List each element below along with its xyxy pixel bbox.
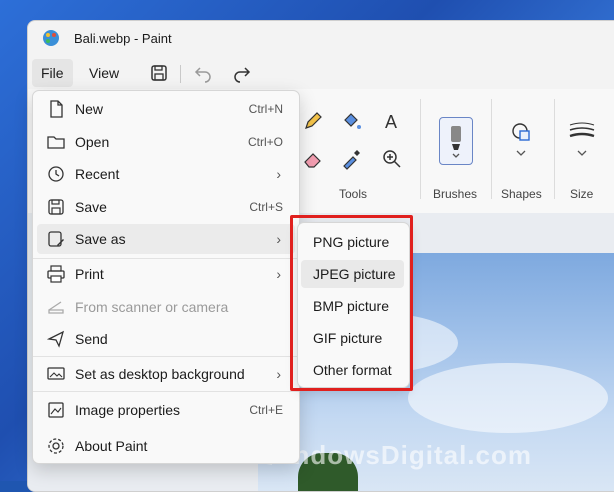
menu-item-image-properties[interactable]: Image properties Ctrl+E [37, 395, 295, 425]
folder-icon [47, 136, 65, 149]
send-icon [47, 330, 65, 348]
gear-icon [48, 438, 64, 454]
printer-icon [47, 265, 65, 283]
menu-item-save-as[interactable]: Save as › [37, 224, 295, 254]
fill-bucket-icon[interactable] [339, 109, 363, 133]
chevron-right-icon: › [276, 366, 281, 382]
menu-item-label: About Paint [75, 438, 148, 454]
menu-item-label: New [75, 101, 104, 117]
menu-item-open[interactable]: Open Ctrl+O [37, 127, 295, 157]
menu-separator [33, 391, 299, 392]
undo-icon[interactable] [192, 62, 214, 84]
chevron-right-icon: › [276, 166, 281, 182]
menu-item-label: Save [75, 199, 107, 215]
chevron-right-icon: › [276, 266, 281, 282]
save-icon[interactable] [148, 62, 170, 84]
menu-item-recent[interactable]: Recent › [37, 159, 295, 189]
ribbon-separator [491, 99, 492, 199]
toolbar-separator [180, 65, 181, 83]
menu-item-shortcut: Ctrl+O [247, 135, 283, 149]
ribbon-separator [554, 99, 555, 199]
menu-item-label: From scanner or camera [75, 299, 229, 315]
view-menu-button[interactable]: View [80, 59, 128, 87]
shapes-icon[interactable] [508, 121, 534, 161]
file-menu-dropdown: New Ctrl+N Open Ctrl+O Recent › Save Ctr… [32, 90, 300, 464]
menu-item-label: Set as desktop background [75, 366, 245, 382]
size-group-label: Size [570, 187, 594, 201]
size-icon[interactable] [568, 121, 596, 161]
annotation-highlight-box [290, 215, 413, 391]
text-tool-icon[interactable]: A [380, 109, 404, 133]
clock-icon [48, 166, 64, 182]
menu-item-label: Save as [75, 231, 126, 247]
shapes-group-label: Shapes [501, 187, 542, 201]
menu-bar: File View [28, 57, 614, 89]
menu-item-set-desktop-background[interactable]: Set as desktop background › [37, 359, 295, 389]
window-title: Bali.webp - Paint [74, 31, 172, 46]
menu-item-label: Recent [75, 166, 120, 182]
menu-item-shortcut: Ctrl+S [249, 200, 283, 214]
brushes-button[interactable] [439, 117, 473, 165]
menu-item-save[interactable]: Save Ctrl+S [37, 192, 295, 222]
menu-item-label: Open [75, 134, 110, 150]
pencil-icon[interactable] [301, 109, 325, 133]
menu-item-new[interactable]: New Ctrl+N [37, 94, 295, 124]
menu-item-label: Send [75, 331, 108, 347]
paint-app-icon [43, 30, 59, 46]
image-properties-icon [48, 402, 64, 418]
menu-item-shortcut: Ctrl+N [248, 102, 283, 116]
magnifier-icon[interactable] [380, 147, 404, 171]
menu-item-from-scanner: From scanner or camera [37, 292, 295, 322]
tools-group-label: Tools [339, 187, 368, 201]
color-picker-icon[interactable] [339, 147, 363, 171]
eraser-icon[interactable] [301, 147, 325, 171]
new-file-icon [50, 100, 63, 118]
brushes-group-label: Brushes [433, 187, 478, 201]
menu-separator [33, 356, 299, 357]
cloud-shape [408, 363, 608, 433]
menu-item-about-paint[interactable]: About Paint [37, 431, 295, 461]
save-as-icon [48, 231, 64, 247]
text-tool-glyph: A [385, 112, 397, 132]
brush-icon [451, 126, 461, 158]
redo-icon[interactable] [231, 62, 253, 84]
desktop-background-icon [47, 367, 65, 380]
menu-item-label: Print [75, 266, 104, 282]
menu-item-print[interactable]: Print › [37, 259, 295, 289]
file-menu-button[interactable]: File [32, 59, 73, 87]
save-icon [48, 199, 64, 215]
menu-item-send[interactable]: Send [37, 324, 295, 354]
watermark-text: WindowsDigital.com [260, 440, 532, 470]
menu-item-shortcut: Ctrl+E [249, 403, 283, 417]
menu-item-label: Image properties [75, 402, 181, 418]
ribbon-separator [420, 99, 421, 199]
chevron-right-icon: › [276, 231, 281, 247]
title-bar: Bali.webp - Paint [28, 21, 614, 57]
scanner-icon [48, 301, 64, 314]
